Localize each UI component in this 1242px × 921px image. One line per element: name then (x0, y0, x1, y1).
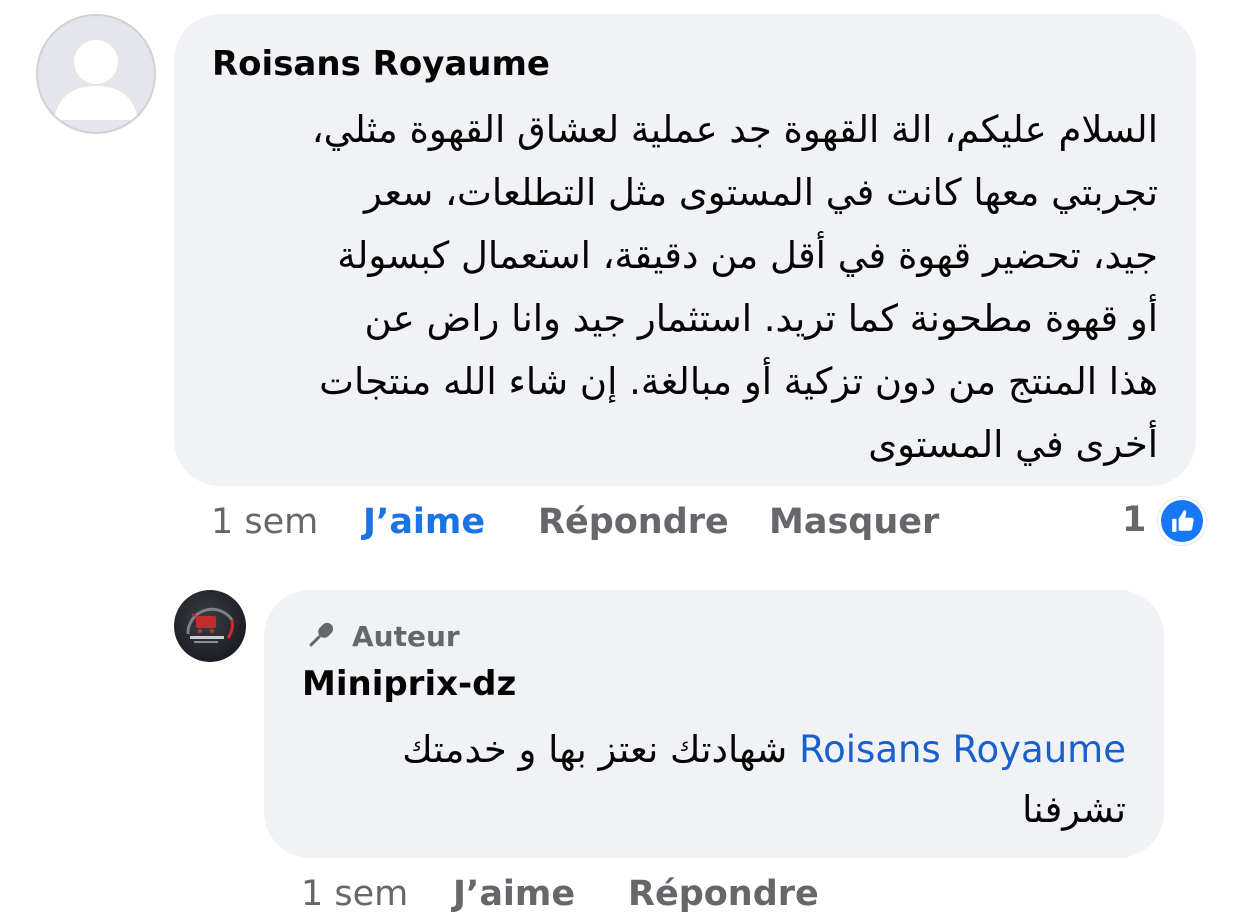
reply-text-fragment: شهادتك نعتز بها و خدمتك (402, 728, 788, 771)
default-profile-icon (54, 40, 138, 120)
commenter-avatar[interactable] (36, 14, 156, 134)
comment-hide-button[interactable]: Masquer (769, 502, 939, 542)
page-logo-icon (186, 607, 234, 643)
comment-text: السلام عليكم، الة القهوة جد عملية لعشاق … (198, 98, 1158, 476)
comment-text-line: تجربتي معها كانت في المستوى مثل التطلعات… (364, 171, 1158, 214)
reply-actions: 1 sem J’aime Répondre (0, 874, 1100, 918)
comment-text-line: السلام عليكم، الة القهوة جد عملية لعشاق … (311, 108, 1158, 151)
mention-link[interactable]: Roisans Royaume (799, 728, 1126, 771)
comment-reply-button[interactable]: Répondre (538, 502, 729, 542)
reply-reply-button[interactable]: Répondre (628, 874, 819, 914)
microphone-icon (309, 622, 334, 647)
author-badge: Auteur (302, 616, 460, 656)
reply-text: Roisans Royaume شهادتك نعتز بها و خدمتك … (296, 720, 1126, 840)
reply-bubble: Auteur Miniprix-dz Roisans Royaume شهادت… (264, 590, 1164, 858)
reply-text-line: Roisans Royaume شهادتك نعتز بها و خدمتك (296, 720, 1126, 780)
comment-bubble: Roisans Royaume السلام عليكم، الة القهوة… (174, 14, 1196, 486)
comment-author-name[interactable]: Roisans Royaume (212, 44, 550, 84)
page-avatar[interactable] (174, 590, 246, 662)
comment-text-line: أخرى في المستوى (868, 423, 1158, 466)
thumbs-up-icon (1172, 510, 1194, 532)
reply-text-line: تشرفنا (1022, 788, 1126, 831)
comment-like-button[interactable]: J’aime (363, 502, 485, 542)
reply-timestamp[interactable]: 1 sem (301, 874, 408, 914)
comment-actions: 1 sem J’aime Répondre Masquer (0, 502, 1100, 546)
comment-text-line: جيد، تحضير قهوة في أقل من دقيقة، استعمال… (337, 234, 1158, 277)
comment-timestamp[interactable]: 1 sem (211, 502, 318, 542)
reaction-count[interactable]: 1 (1122, 500, 1146, 540)
reactions-summary[interactable] (1158, 497, 1206, 545)
comment-text-line: أو قهوة مطحونة كما تريد. استثمار جيد وان… (364, 297, 1158, 340)
comment-text-line: هذا المنتج من دون تزكية أو مبالغة. إن شا… (319, 360, 1158, 403)
author-badge-label: Auteur (352, 619, 460, 653)
reply-like-button[interactable]: J’aime (453, 874, 575, 914)
reply-author-name[interactable]: Miniprix-dz (302, 664, 516, 704)
